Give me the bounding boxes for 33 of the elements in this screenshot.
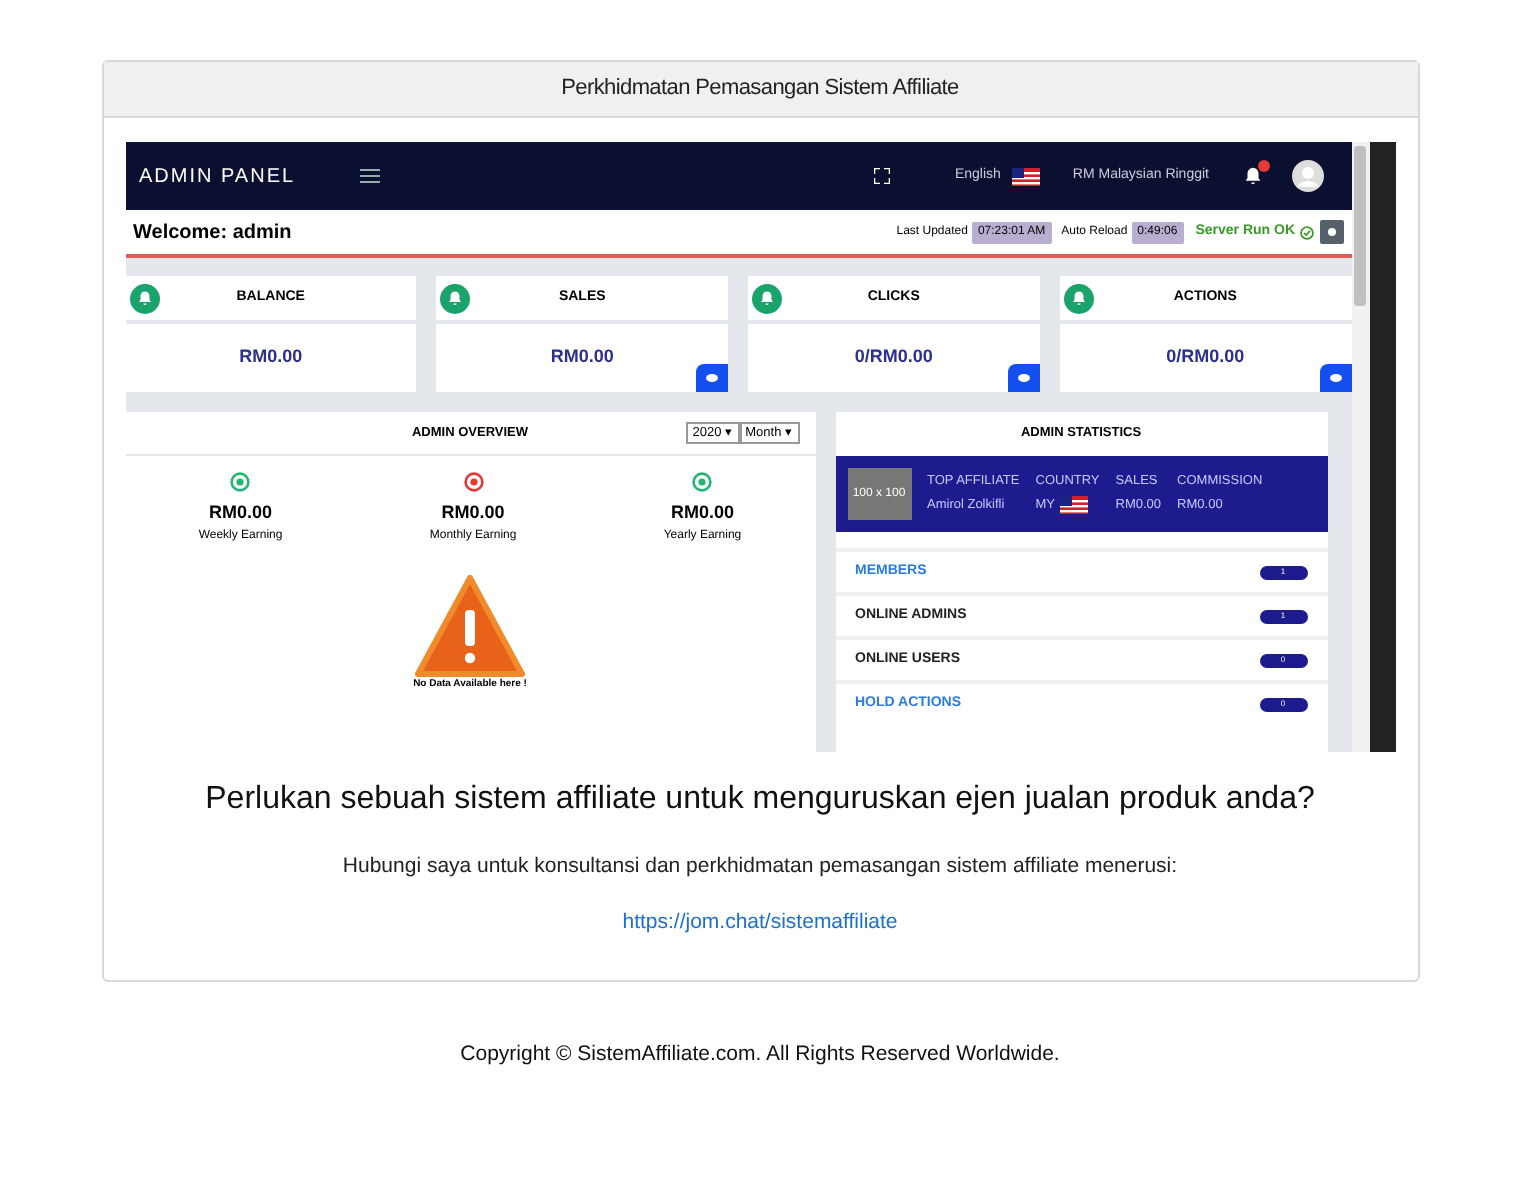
menu-icon[interactable] xyxy=(359,168,380,184)
flag-icon xyxy=(1059,496,1087,515)
avatar-icon[interactable] xyxy=(1291,160,1323,192)
stat-value: RM0.00 xyxy=(239,344,303,371)
stat-value: 0/RM0.00 xyxy=(1166,344,1245,371)
chat-link[interactable]: https://jom.chat/sistemaffiliate xyxy=(622,907,898,939)
stat-value: 0/RM0.00 xyxy=(854,344,933,371)
card-title: Perkhidmatan Pemasangan Sistem Affiliate xyxy=(561,74,959,105)
earning-value: RM0.00 xyxy=(441,500,505,526)
check-circle-icon xyxy=(1299,225,1313,239)
bell-icon xyxy=(446,289,465,307)
eye-icon xyxy=(1329,374,1341,382)
view-button[interactable] xyxy=(696,364,728,392)
bell-icon xyxy=(1069,289,1088,307)
eye-icon xyxy=(706,374,718,382)
eye-icon xyxy=(1017,374,1030,382)
view-button[interactable] xyxy=(1319,364,1351,392)
view-button[interactable] xyxy=(1007,364,1040,392)
earning-value: RM0.00 xyxy=(670,500,734,526)
earning-value: RM0.00 xyxy=(209,500,273,526)
brand-title: ADMIN PANEL xyxy=(139,163,296,191)
fullscreen-icon[interactable] xyxy=(874,168,891,184)
copyright-text: Copyright © SistemAffiliate.com. All Rights Reserved Worldwide. xyxy=(460,1039,1060,1069)
subtitle: Hubungi saya untuk konsultansi dan perkhidmatan pemasangan sistem affiliate menerusi: xyxy=(342,852,1178,882)
settings-button[interactable] xyxy=(1319,220,1343,244)
stat-value: RM0.00 xyxy=(550,344,614,371)
headline: Perlukan sebuah sistem affiliate untuk menguruskan ejen jualan produk anda? xyxy=(205,780,1315,820)
flag-icon xyxy=(1012,167,1041,185)
bell-icon xyxy=(135,289,153,307)
bell-icon xyxy=(1241,165,1263,187)
welcome-text: Welcome: admin xyxy=(133,219,292,247)
bell-icon xyxy=(758,289,776,307)
warning-icon xyxy=(414,573,526,677)
